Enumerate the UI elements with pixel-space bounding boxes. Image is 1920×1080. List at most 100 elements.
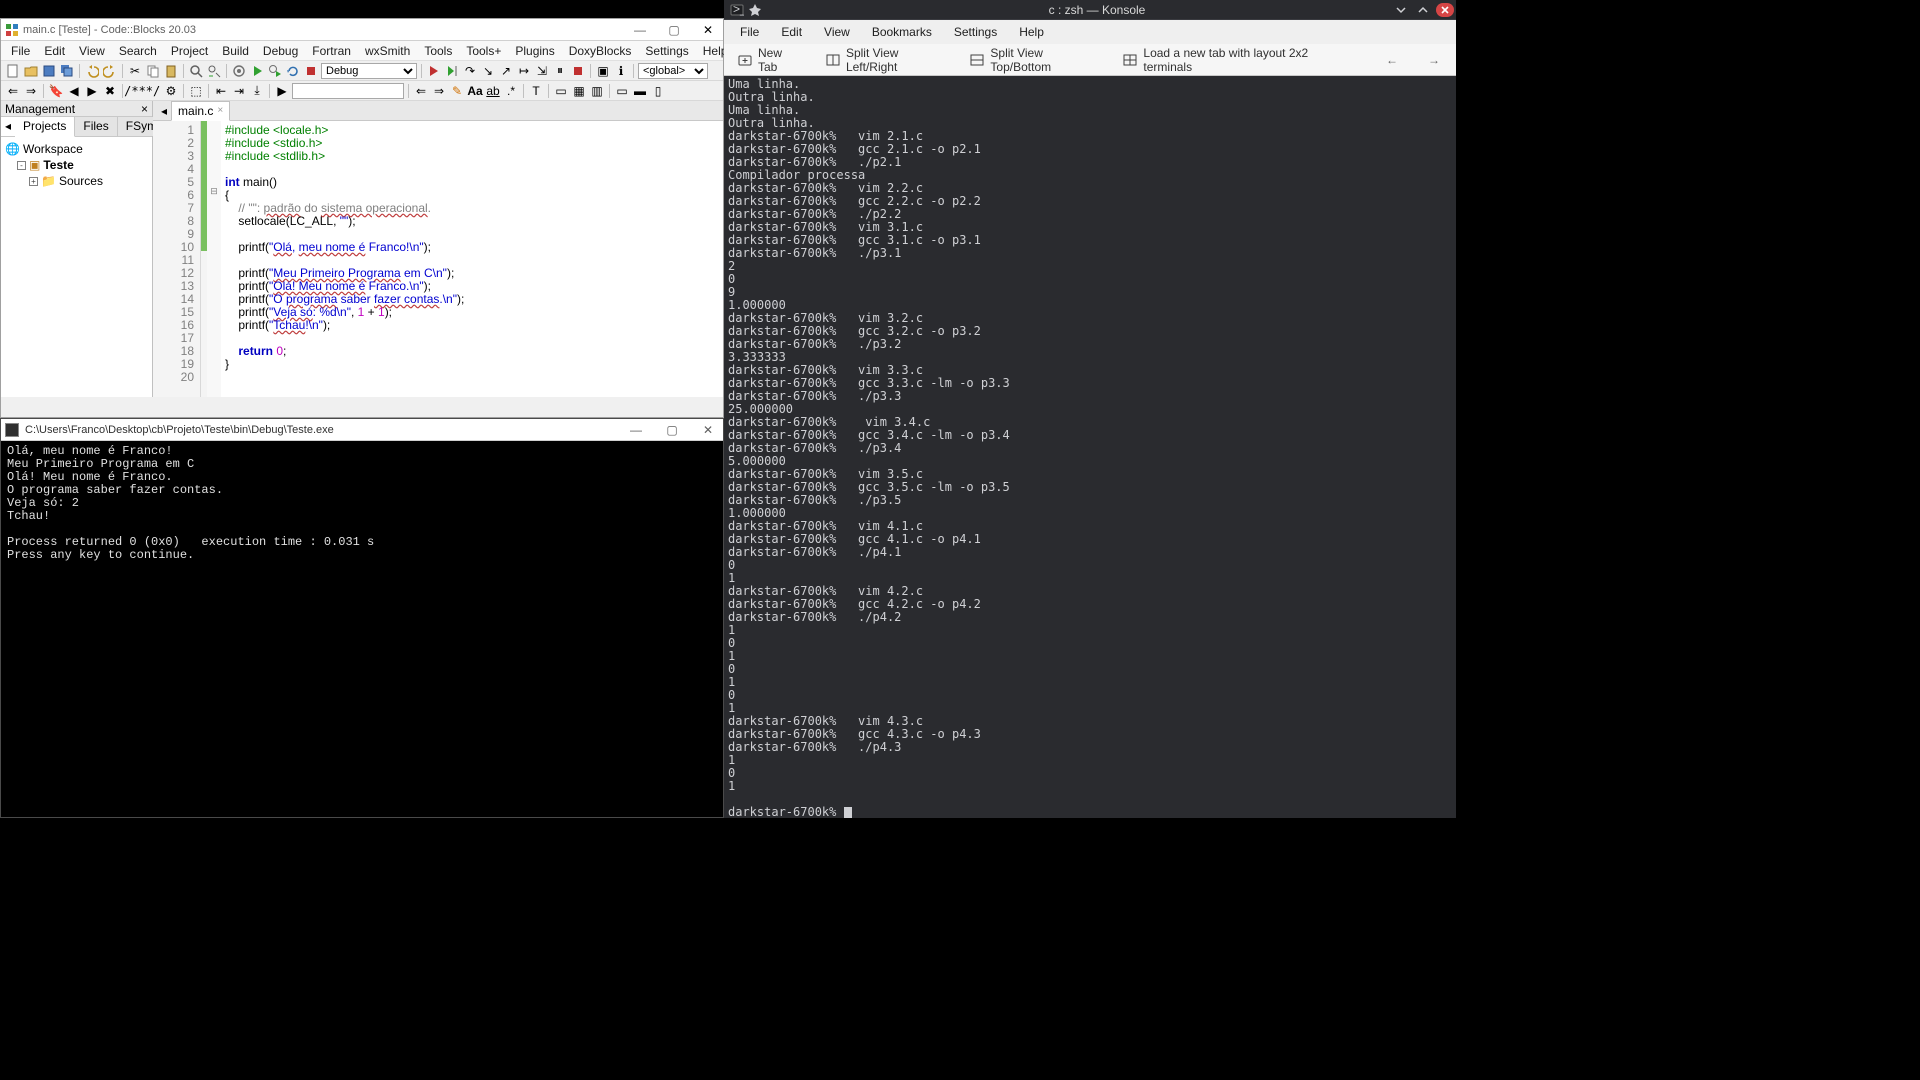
menu-file[interactable]: File [5,42,36,60]
doxy-run-icon[interactable]: */ [145,83,161,99]
pin-icon[interactable] [748,3,762,17]
konsole-titlebar[interactable]: >_ c : zsh — Konsole [724,0,1456,20]
menu-edit[interactable]: Edit [38,42,71,60]
minimize-button[interactable]: — [625,23,655,37]
back-icon[interactable]: ⇐ [5,83,21,99]
tree-folder-sources[interactable]: + 📁 Sources [5,173,148,189]
step-into-icon[interactable]: ↘ [480,63,496,79]
bookmark-next-icon[interactable]: ▶ [84,83,100,99]
maximize-button[interactable]: ▢ [659,23,689,37]
regex-icon[interactable]: .* [503,83,519,99]
match-case-icon[interactable]: Aa [467,83,483,99]
ui-grid-icon[interactable]: ▦ [571,83,587,99]
load-layout-button[interactable]: Load a new tab with layout 2x2 terminals [1117,42,1350,78]
build-target-select[interactable]: Debug [321,63,417,79]
menu-help[interactable]: Help [1009,22,1054,42]
new-tab-button[interactable]: New Tab [732,42,806,78]
code-body[interactable]: #include <locale.h>#include <stdio.h>#in… [221,121,723,397]
doxy-wizard-icon[interactable]: ⚙ [163,83,179,99]
incremental-search-input[interactable] [292,83,404,99]
prev-result-icon[interactable]: ⇐ [413,83,429,99]
menu-file[interactable]: File [730,22,769,42]
copy-icon[interactable] [145,63,161,79]
bookmark-prev-icon[interactable]: ◀ [66,83,82,99]
minimize-button[interactable]: — [621,423,651,437]
split-tb-button[interactable]: Split View Top/Bottom [964,42,1103,78]
whole-word-icon[interactable]: ab [485,83,501,99]
tree-project[interactable]: - ▣ Teste [5,157,148,173]
code-editor[interactable]: 1234567891011121314151617181920 ⊟ #inclu… [153,121,723,397]
new-file-icon[interactable] [5,63,21,79]
management-tabs-scroll-left[interactable]: ◂ [1,117,15,136]
run-icon[interactable] [249,63,265,79]
save-icon[interactable] [41,63,57,79]
forward-icon[interactable]: ⇒ [23,83,39,99]
editor-tab-main-c[interactable]: main.c × [171,101,230,121]
redo-icon[interactable] [102,63,118,79]
layout-1-icon[interactable]: ▭ [614,83,630,99]
run-to-cursor-icon[interactable] [444,63,460,79]
last-jump-icon[interactable]: ⤓ [249,83,265,99]
layout-3-icon[interactable]: ▯ [650,83,666,99]
menu-project[interactable]: Project [165,42,214,60]
expander-icon[interactable]: - [17,161,26,170]
expander-icon[interactable]: + [29,177,38,186]
bookmark-toggle-icon[interactable]: 🔖 [48,83,64,99]
step-instr-icon[interactable]: ⇲ [534,63,550,79]
maximize-button[interactable]: ▢ [657,423,687,437]
scope-select[interactable]: <global> [638,63,708,79]
abort-icon[interactable] [303,63,319,79]
highlight-icon[interactable]: ✎ [449,83,465,99]
undo-icon[interactable] [84,63,100,79]
next-result-icon[interactable]: ⇒ [431,83,447,99]
debug-continue-icon[interactable] [426,63,442,79]
menu-build[interactable]: Build [216,42,255,60]
break-icon[interactable]: ⏸ [552,63,568,79]
jump-next-icon[interactable]: ⇥ [231,83,247,99]
close-button[interactable]: ✕ [693,23,723,37]
run-search-icon[interactable]: ▶ [274,83,290,99]
menu-search[interactable]: Search [113,42,163,60]
menu-fortran[interactable]: Fortran [306,42,357,60]
build-run-icon[interactable] [267,63,283,79]
debug-windows-icon[interactable]: ▣ [595,63,611,79]
layout-2-icon[interactable]: ▬ [632,83,648,99]
menu-settings[interactable]: Settings [944,22,1007,42]
replace-icon[interactable] [206,63,222,79]
konsole-terminal[interactable]: Uma linha. Outra linha. Uma linha. Outra… [724,76,1456,818]
menu-bookmarks[interactable]: Bookmarks [862,22,942,42]
step-out-icon[interactable]: ↗ [498,63,514,79]
editor-tabs-scroll-left[interactable]: ◂ [157,104,171,118]
jump-prev-icon[interactable]: ⇤ [213,83,229,99]
bookmark-clear-icon[interactable]: ✖ [102,83,118,99]
rebuild-icon[interactable] [285,63,301,79]
tab-prev-icon[interactable]: ← [1378,49,1406,71]
tree-workspace[interactable]: 🌐 Workspace [5,141,148,157]
split-lr-button[interactable]: Split View Left/Right [820,42,950,78]
menu-tools+[interactable]: Tools+ [460,42,507,60]
maximize-button[interactable] [1414,3,1432,17]
menu-wxsmith[interactable]: wxSmith [359,42,416,60]
console-output[interactable]: Olá, meu nome é Franco! Meu Primeiro Pro… [1,441,723,566]
ui-cols-icon[interactable]: ▥ [589,83,605,99]
management-close-icon[interactable]: × [137,102,152,116]
menu-edit[interactable]: Edit [771,22,812,42]
menu-tools[interactable]: Tools [418,42,458,60]
open-icon[interactable] [23,63,39,79]
select-icon[interactable]: ⬚ [188,83,204,99]
management-tab-projects[interactable]: Projects [15,117,75,137]
step-over-icon[interactable]: ↷ [462,63,478,79]
editor-tab-close-icon[interactable]: × [217,105,223,116]
save-all-icon[interactable] [59,63,75,79]
stop-debug-icon[interactable] [570,63,586,79]
fold-toggle[interactable]: ⊟ [207,186,221,199]
console-titlebar[interactable]: C:\Users\Franco\Desktop\cb\Projeto\Teste… [1,419,723,441]
text-icon[interactable]: T [528,83,544,99]
menu-plugins[interactable]: Plugins [509,42,560,60]
codeblocks-titlebar[interactable]: main.c [Teste] - Code::Blocks 20.03 — ▢ … [1,19,723,41]
next-instr-icon[interactable]: ↦ [516,63,532,79]
paste-icon[interactable] [163,63,179,79]
menu-view[interactable]: View [814,22,860,42]
minimize-button[interactable] [1392,3,1410,17]
menu-debug[interactable]: Debug [257,42,304,60]
